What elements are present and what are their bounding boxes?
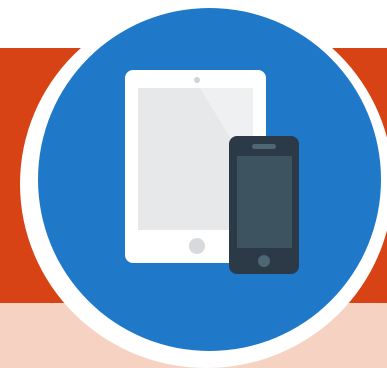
smartphone-icon xyxy=(229,136,299,274)
devices-icon xyxy=(125,70,299,274)
devices-illustration xyxy=(0,0,387,368)
